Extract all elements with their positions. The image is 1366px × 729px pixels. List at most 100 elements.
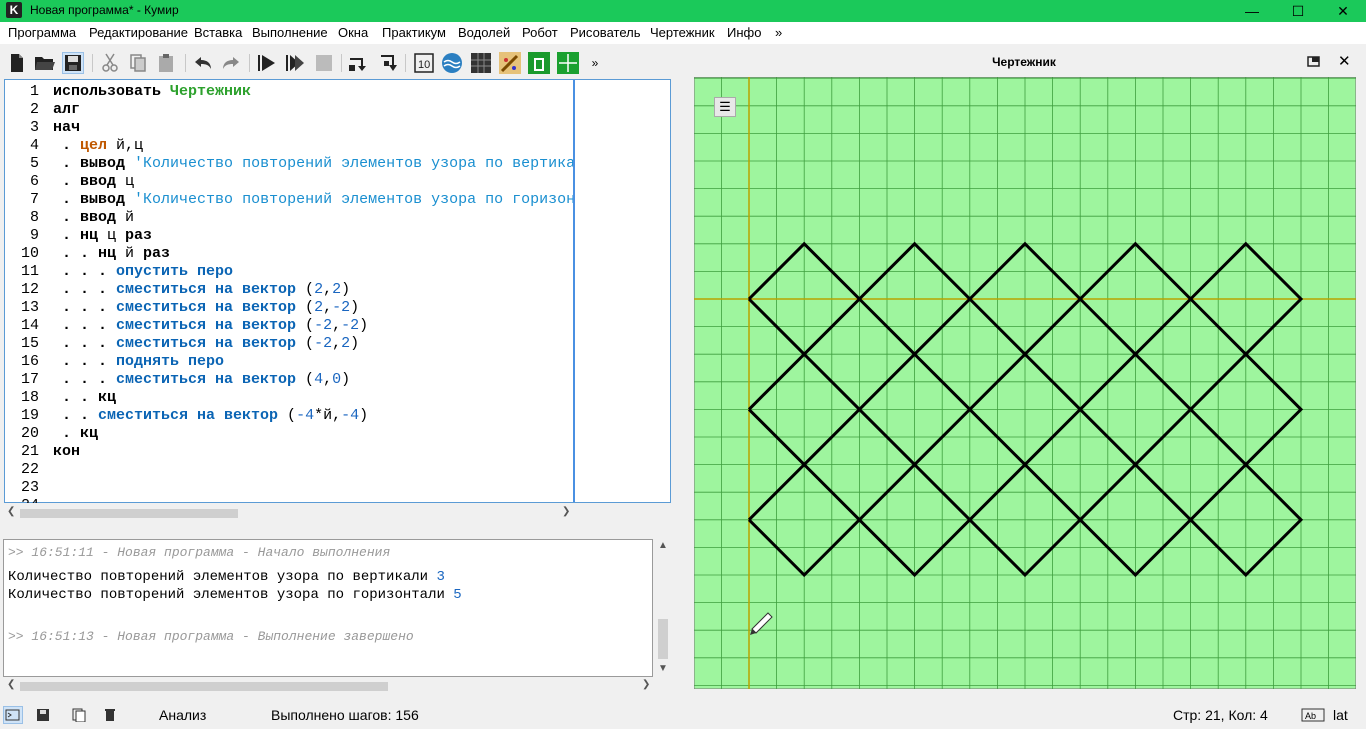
scroll-right-icon[interactable]: ❯ [562, 506, 570, 517]
console-hscrollbar[interactable]: ❮ ❯ [4, 679, 654, 693]
open-folder-icon[interactable] [34, 52, 56, 74]
code-editor[interactable]: 1 2 3 4 5 6 7 8 9 10 11 12 13 14 15 16 1… [4, 79, 671, 503]
code-line: . . . сместиться на вектор (4,0) [53, 371, 351, 388]
code-line: . . . сместиться на вектор (-2,2) [53, 335, 360, 352]
line-number: 20 [20, 425, 39, 442]
scroll-thumb[interactable] [20, 509, 238, 518]
undo-icon[interactable] [192, 52, 214, 74]
close-icon[interactable]: ✕ [1320, 0, 1366, 22]
menu-chertezhnik[interactable]: Чертежник [650, 25, 715, 40]
menu-info[interactable]: Инфо [727, 25, 761, 40]
cursor-position: Стр: 21, Кол: 4 [1173, 707, 1268, 723]
line-number: 9 [29, 227, 39, 244]
menu-windows[interactable]: Окна [338, 25, 368, 40]
console-vscrollbar[interactable]: ▲ ▼ [655, 539, 671, 677]
console-start-log: >> 16:51:11 - Новая программа - Начало в… [8, 545, 391, 560]
robot-icon[interactable] [470, 52, 492, 74]
kuznechik-icon[interactable] [528, 52, 550, 74]
code-line: нач [53, 119, 81, 136]
menu-vodoley[interactable]: Водолей [458, 25, 510, 40]
scroll-thumb[interactable] [20, 682, 388, 691]
step-into-icon[interactable] [377, 52, 399, 74]
menu-risovatel[interactable]: Рисователь [570, 25, 640, 40]
code-line: . . . сместиться на вектор (2,2) [53, 281, 351, 298]
save-output-icon[interactable] [36, 708, 52, 725]
line-number: 15 [20, 335, 39, 352]
line-number: 22 [20, 461, 39, 478]
keyboard-layout[interactable]: lat [1333, 707, 1348, 723]
vodoley-icon[interactable] [441, 52, 463, 74]
console-line: Количество повторений элементов узора по… [8, 569, 445, 585]
output-console[interactable]: >> 16:51:11 - Новая программа - Начало в… [3, 539, 653, 677]
line-number: 12 [20, 281, 39, 298]
code-line: . ввод й [53, 209, 135, 226]
line-number: 23 [20, 479, 39, 496]
analysis-label[interactable]: Анализ [159, 707, 206, 723]
scroll-up-icon[interactable]: ▲ [658, 540, 668, 551]
line-number: 8 [29, 209, 39, 226]
scroll-left-icon[interactable]: ❮ [7, 679, 15, 690]
code-line: . вывод 'Количество повторений элементов… [53, 155, 575, 172]
line-number: 13 [20, 299, 39, 316]
scroll-down-icon[interactable]: ▼ [658, 663, 668, 674]
line-number: 3 [29, 119, 39, 136]
drawing-canvas[interactable] [694, 77, 1356, 689]
float-panel-icon[interactable] [1307, 55, 1321, 72]
new-file-icon[interactable] [6, 52, 28, 74]
maximize-icon[interactable]: ☐ [1275, 0, 1321, 22]
line-number: 19 [20, 407, 39, 424]
save-icon[interactable] [62, 52, 84, 74]
code-text[interactable]: использовать Чертежник алг нач . цел й,ц… [53, 83, 575, 501]
line-number-gutter: 1 2 3 4 5 6 7 8 9 10 11 12 13 14 15 16 1… [5, 80, 49, 503]
scroll-thumb[interactable] [658, 619, 668, 659]
code-line: . . . сместиться на вектор (2,-2) [53, 299, 360, 316]
console-end-log: >> 16:51:13 - Новая программа - Выполнен… [8, 629, 414, 644]
menu-program[interactable]: Программа [8, 25, 76, 40]
menu-more[interactable]: » [775, 25, 782, 40]
menu-edit[interactable]: Редактирование [89, 25, 188, 40]
clear-output-icon[interactable] [104, 708, 116, 725]
scroll-left-icon[interactable]: ❮ [7, 506, 15, 517]
scroll-right-icon[interactable]: ❯ [642, 679, 650, 690]
menu-insert[interactable]: Вставка [194, 25, 242, 40]
code-line: . . . сместиться на вектор (-2,-2) [53, 317, 369, 334]
svg-text:10: 10 [418, 59, 430, 71]
code-line: . кц [53, 425, 99, 442]
paste-icon[interactable] [155, 52, 177, 74]
code-line: алг [53, 101, 81, 118]
hamburger-icon[interactable]: ☰ [714, 97, 736, 117]
step-over-icon[interactable] [348, 52, 370, 74]
run-step-icon[interactable] [284, 52, 306, 74]
line-number: 4 [29, 137, 39, 154]
menu-run[interactable]: Выполнение [252, 25, 328, 40]
code-line: использовать Чертежник [53, 83, 252, 100]
window-title: Новая программа* - Кумир [30, 3, 179, 17]
toolbar-more-icon[interactable]: » [584, 52, 606, 74]
risovatel-icon[interactable] [499, 52, 521, 74]
status-bar: Анализ Выполнено шагов: 156 Стр: 21, Кол… [0, 702, 1366, 729]
copy-icon[interactable] [127, 52, 149, 74]
terminal-icon[interactable] [3, 706, 23, 724]
redo-icon[interactable] [220, 52, 242, 74]
menu-practicum[interactable]: Практикум [382, 25, 446, 40]
cut-icon[interactable] [99, 52, 121, 74]
run-icon[interactable] [256, 52, 278, 74]
close-panel-icon[interactable]: ✕ [1338, 52, 1351, 70]
line-number: 24 [5, 497, 39, 503]
keyboard-icon: Ab [1301, 708, 1325, 725]
minimize-icon[interactable]: — [1229, 0, 1275, 22]
chertezhnik-icon[interactable] [557, 52, 579, 74]
console-line: Количество повторений элементов узора по… [8, 587, 462, 603]
numbers-icon[interactable]: 10 [413, 52, 435, 74]
code-line: . цел й,ц [53, 137, 144, 154]
editor-hscrollbar[interactable]: ❮ ❯ [4, 506, 576, 520]
line-number: 2 [29, 101, 39, 118]
code-line: . . . опустить перо [53, 263, 234, 280]
menu-robot[interactable]: Робот [522, 25, 558, 40]
code-line: . . сместиться на вектор (-4*й,-4) [53, 407, 369, 424]
line-number: 1 [29, 83, 39, 100]
line-number: 17 [20, 371, 39, 388]
copy-output-icon[interactable] [72, 708, 90, 725]
line-number: 16 [20, 353, 39, 370]
stop-icon[interactable] [313, 52, 335, 74]
